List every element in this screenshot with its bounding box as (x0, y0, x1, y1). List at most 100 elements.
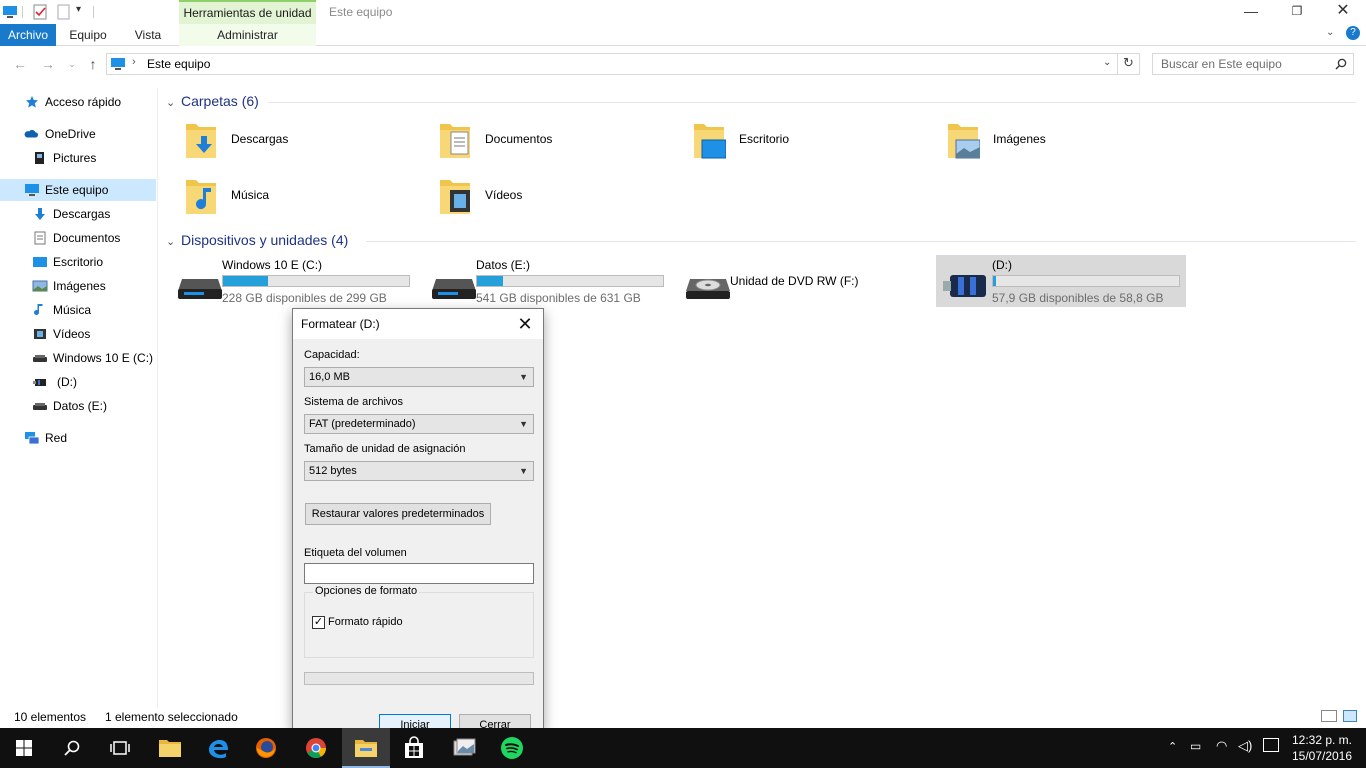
desktop-icon (33, 257, 47, 267)
taskbar-app-chrome[interactable] (292, 728, 340, 768)
details-view-icon[interactable] (1321, 710, 1337, 722)
folder-icon (159, 740, 181, 757)
battery-icon[interactable]: ▭ (1190, 739, 1201, 753)
dialog-close-icon[interactable]: ✕ (515, 314, 535, 334)
collapse-chevron-icon[interactable]: ⌄ (166, 96, 178, 109)
quick-format-checkbox[interactable]: ✓ (312, 616, 325, 629)
sidebar-item-descargas[interactable]: Descargas (0, 203, 156, 225)
sidebar-item-label: Descargas (53, 207, 111, 221)
folder-documentos[interactable]: Documentos (420, 118, 670, 168)
clock[interactable]: 12:32 p. m. 15/07/2016 (1287, 732, 1357, 764)
expand-ribbon-icon[interactable]: ⌄ (1326, 27, 1334, 38)
file-explorer-icon (355, 740, 377, 757)
collapse-chevron-icon[interactable]: ⌄ (166, 235, 178, 248)
sidebar-item-este-equipo[interactable]: Este equipo (0, 179, 156, 201)
close-window-button[interactable]: ✕ (1320, 0, 1366, 24)
recent-locations-icon[interactable]: ⌄ (62, 54, 82, 74)
maximize-button[interactable]: ❐ (1274, 0, 1320, 24)
sidebar-item-label: Documentos (53, 231, 121, 245)
wifi-icon[interactable]: ◠ (1216, 738, 1227, 754)
task-view-icon (110, 741, 130, 755)
taskbar-app-folder[interactable] (146, 728, 194, 768)
filesystem-value: FAT (predeterminado) (309, 418, 416, 430)
window-title: Este equipo (329, 5, 393, 19)
folder-imagenes[interactable]: Imágenes (928, 118, 1178, 168)
document-icon (34, 231, 46, 245)
search-icon (64, 740, 80, 756)
drive-windows-c[interactable]: Windows 10 E (C:) 228 GB disponibles de … (166, 255, 416, 307)
taskbar-app-spotify[interactable] (488, 728, 536, 768)
breadcrumb-chevron-icon[interactable]: › (132, 56, 136, 68)
folder-escritorio[interactable]: Escritorio (674, 118, 924, 168)
breadcrumb-este-equipo[interactable]: Este equipo (147, 57, 210, 71)
filesystem-select[interactable]: FAT (predeterminado) ▼ (304, 414, 534, 434)
sidebar-item-label: Datos (E:) (53, 399, 108, 413)
tab-administrar[interactable]: Administrar (179, 24, 316, 46)
task-view-button[interactable] (96, 728, 144, 768)
computer-icon[interactable] (2, 4, 18, 20)
sidebar-item-musica[interactable]: Música (0, 299, 156, 321)
address-dropdown-icon[interactable]: ⌄ (1103, 57, 1111, 68)
tab-archivo[interactable]: Archivo (0, 24, 56, 46)
sidebar-item-red[interactable]: Red (0, 427, 156, 449)
tab-equipo[interactable]: Equipo (60, 24, 116, 46)
drive-name: Windows 10 E (C:) (222, 258, 323, 272)
taskbar-app-explorer[interactable] (342, 728, 390, 768)
clock-time: 12:32 p. m. (1291, 733, 1353, 747)
taskbar-app-photos[interactable] (440, 728, 488, 768)
address-bar[interactable]: › Este equipo ⌄ ↻ (106, 53, 1140, 75)
folder-descargas[interactable]: Descargas (166, 118, 416, 168)
group-header-carpetas[interactable]: ⌄ Carpetas (6) (166, 93, 259, 109)
sidebar-item-label: Música (53, 303, 92, 317)
drive-usb-d[interactable]: (D:) 57,9 GB disponibles de 58,8 GB (936, 255, 1186, 307)
properties-icon[interactable] (32, 4, 48, 20)
quick-format-label[interactable]: Formato rápido (328, 616, 403, 628)
group-header-dispositivos[interactable]: ⌄ Dispositivos y unidades (4) (166, 232, 348, 248)
search-box[interactable]: Buscar en Este equipo (1152, 53, 1354, 75)
search-taskbar-button[interactable] (48, 728, 96, 768)
sidebar-item-acceso-rapido[interactable]: Acceso rápido (0, 91, 156, 113)
customize-quick-access-icon[interactable]: ▾ (76, 4, 81, 15)
cloud-icon (24, 129, 38, 138)
edge-icon (209, 740, 228, 759)
folder-videos[interactable]: Vídeos (420, 174, 670, 224)
sidebar-item-pictures[interactable]: Pictures (0, 147, 156, 169)
taskbar-app-firefox[interactable] (242, 728, 290, 768)
taskbar-app-edge[interactable] (194, 728, 242, 768)
volume-label-input[interactable] (304, 563, 534, 584)
back-arrow-icon[interactable]: ← (10, 54, 30, 74)
start-button[interactable] (0, 728, 48, 768)
downloads-folder-icon (186, 124, 216, 158)
new-folder-icon[interactable] (56, 4, 72, 20)
folder-musica[interactable]: Música (166, 174, 416, 224)
picture-folder-icon (35, 152, 44, 164)
sidebar-item-usb-d[interactable]: (D:) (0, 371, 156, 393)
up-arrow-icon[interactable]: ↑ (83, 54, 103, 74)
drive-usage-fill (993, 276, 996, 286)
drive-dvd-f[interactable]: Unidad de DVD RW (F:) (674, 255, 924, 307)
taskbar-app-store[interactable] (390, 728, 438, 768)
sidebar-item-documentos[interactable]: Documentos (0, 227, 156, 249)
sidebar-item-videos[interactable]: Vídeos (0, 323, 156, 345)
sidebar-item-imagenes[interactable]: Imágenes (0, 275, 156, 297)
volume-icon[interactable]: ◁) (1238, 738, 1252, 754)
allocation-select[interactable]: 512 bytes ▼ (304, 461, 534, 481)
sidebar-item-windows-c[interactable]: Windows 10 E (C:) (0, 347, 156, 369)
drive-datos-e[interactable]: Datos (E:) 541 GB disponibles de 631 GB (420, 255, 670, 307)
capacity-select[interactable]: 16,0 MB ▼ (304, 367, 534, 387)
forward-arrow-icon[interactable]: → (38, 54, 58, 74)
help-icon[interactable]: ? (1346, 26, 1360, 40)
chevron-down-icon: ▼ (519, 419, 528, 429)
tray-overflow-icon[interactable]: ⌃ (1168, 740, 1177, 753)
sidebar-item-onedrive[interactable]: OneDrive (0, 123, 156, 145)
tab-vista[interactable]: Vista (122, 24, 174, 46)
restore-defaults-button[interactable]: Restaurar valores predeterminados (305, 503, 491, 525)
refresh-icon[interactable]: ↻ (1123, 55, 1134, 71)
action-center-icon[interactable] (1263, 738, 1279, 752)
search-icon[interactable] (1335, 58, 1347, 70)
sidebar-item-escritorio[interactable]: Escritorio (0, 251, 156, 273)
drive-free-space: 228 GB disponibles de 299 GB (222, 291, 387, 305)
sidebar-item-datos-e[interactable]: Datos (E:) (0, 395, 156, 417)
large-icons-view-icon[interactable] (1343, 710, 1357, 722)
minimize-button[interactable]: — (1228, 0, 1274, 24)
